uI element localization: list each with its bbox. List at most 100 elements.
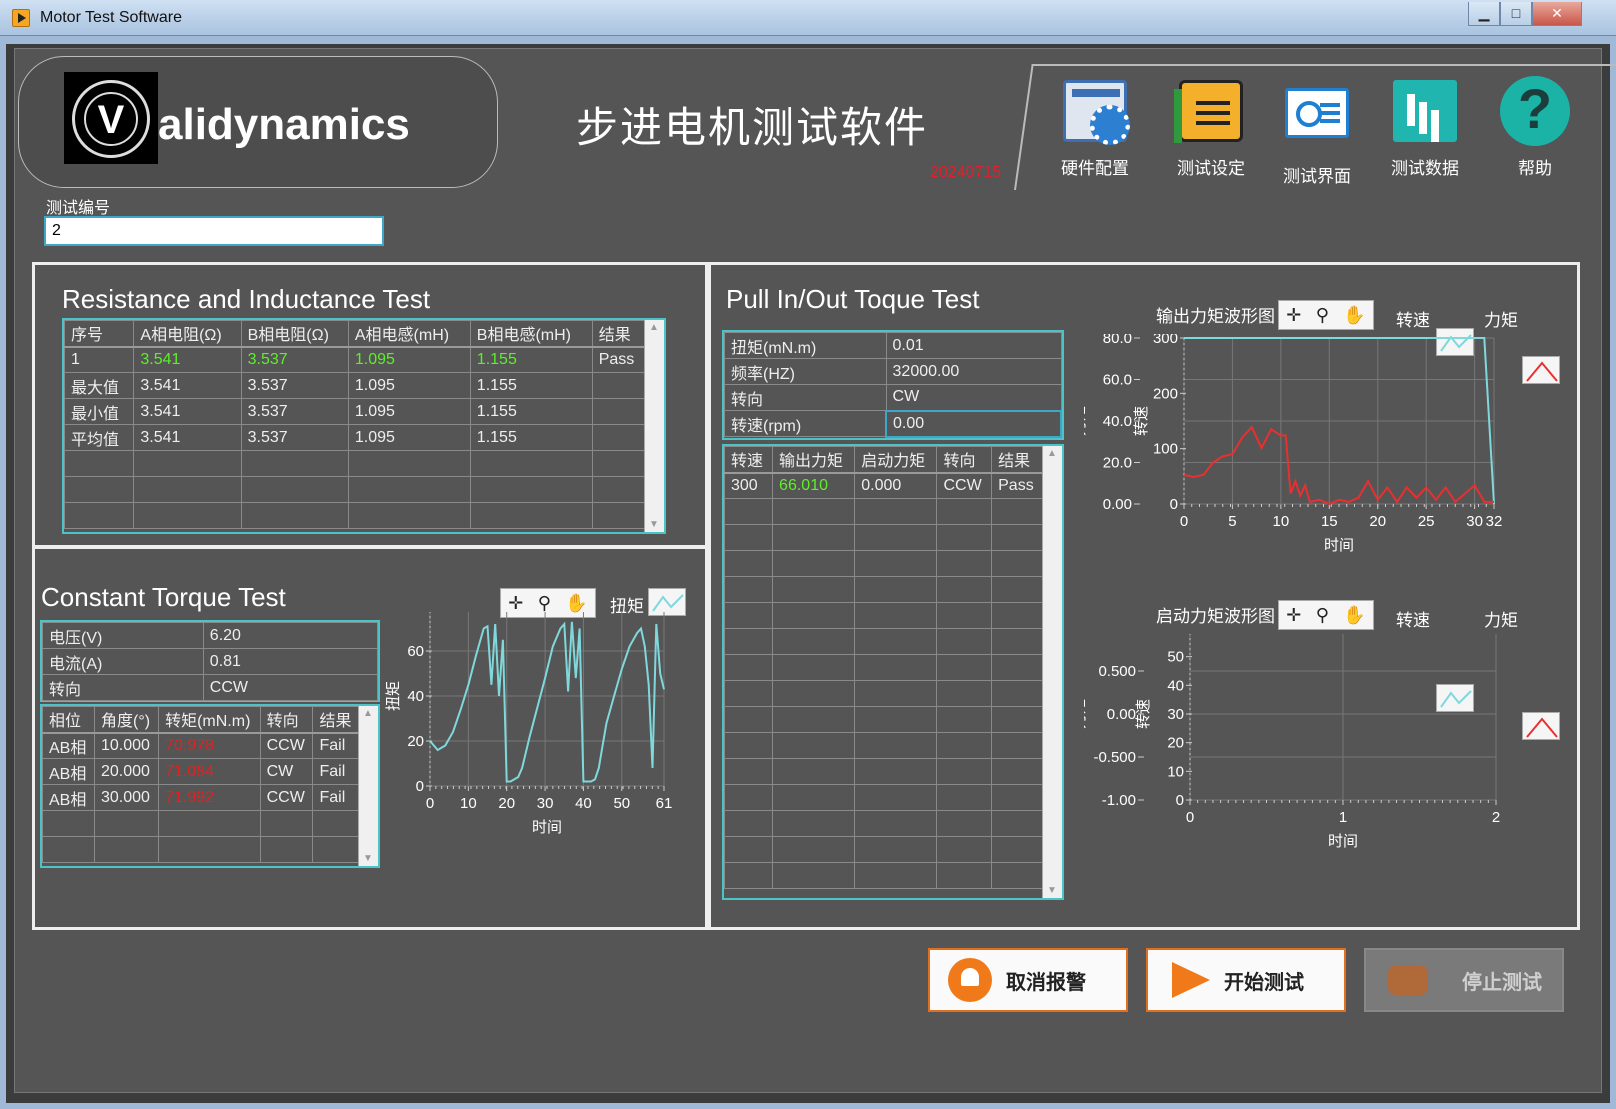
minimize-button[interactable]: ▁ xyxy=(1468,2,1500,26)
cursor-tool-icon[interactable]: ✛ xyxy=(508,593,523,614)
cancel-alarm-button[interactable]: 取消报警 xyxy=(928,948,1128,1012)
constant-torque-chart[interactable]: 0 10 20 30 40 50 61 0 20 40 60 80 扭矩时间 xyxy=(384,612,704,872)
test-settings-icon xyxy=(1174,80,1243,143)
y-tick-label: 80 xyxy=(407,612,424,615)
table-cell xyxy=(854,810,938,837)
table-cell: Fail xyxy=(312,732,360,759)
zoom-tool-icon[interactable]: ⚲ xyxy=(1316,605,1329,626)
close-button[interactable]: ✕ xyxy=(1532,2,1582,26)
table-row[interactable]: 300 66.010 0.000 CCW Pass xyxy=(723,472,1044,499)
table-row[interactable]: 平均值 3.541 3.537 1.095 1.155 xyxy=(63,424,649,451)
table-row[interactable] xyxy=(723,498,1044,525)
output-graph-palette[interactable]: ✛ ⚲ ✋ xyxy=(1278,300,1374,330)
table-row[interactable] xyxy=(723,576,1044,603)
column-header: 转矩(mN.m) xyxy=(158,706,261,734)
table-cell xyxy=(772,524,856,551)
starting-graph-palette[interactable]: ✛ ⚲ ✋ xyxy=(1278,600,1374,630)
y2-tick-label: 10 xyxy=(1167,763,1184,780)
table-row[interactable] xyxy=(723,732,1044,759)
test-settings-button[interactable]: 测试设定 xyxy=(1156,80,1266,180)
zoom-tool-icon[interactable]: ⚲ xyxy=(1316,305,1329,326)
pan-tool-icon[interactable]: ✋ xyxy=(1343,605,1365,626)
hardware-config-button[interactable]: 硬件配置 xyxy=(1040,80,1150,180)
table-row[interactable] xyxy=(723,602,1044,629)
param-value[interactable]: 0.00 xyxy=(885,409,1062,438)
table-row[interactable] xyxy=(723,524,1044,551)
stop-test-label: 停止测试 xyxy=(1462,971,1542,994)
y-tick-label: -1.00 xyxy=(1102,792,1136,809)
starting-torque-chart[interactable]: 0 1 2 -1.00 -0.500 0.00 0.500 1.00 0 10 20 30 40 50 60… xyxy=(1084,634,1564,880)
table-row[interactable] xyxy=(42,836,360,863)
table-row[interactable] xyxy=(63,502,649,529)
table-cell xyxy=(133,450,242,477)
table-cell: CCW xyxy=(936,472,993,499)
help-label: 帮助 xyxy=(1518,159,1552,178)
x-axis-label: 时间 xyxy=(532,819,562,836)
logo-letter: V xyxy=(84,92,138,146)
table-cell: 30.000 xyxy=(93,784,160,811)
table-cell xyxy=(591,398,649,425)
table-cell xyxy=(259,836,314,863)
table-row[interactable]: AB相 20.000 71.084 CW Fail xyxy=(42,758,360,785)
column-header: 转速 xyxy=(723,446,774,474)
starting-legend-torque: 力矩 xyxy=(1484,611,1518,630)
table-row[interactable]: 1 3.541 3.537 1.095 1.155 Pass xyxy=(63,346,649,373)
table-row[interactable] xyxy=(42,810,360,837)
table-cell: CCW xyxy=(259,732,314,759)
table-cell xyxy=(772,628,856,655)
resistance-table-scrollbar[interactable] xyxy=(644,320,664,532)
table-row[interactable]: AB相 30.000 71.992 CCW Fail xyxy=(42,784,360,811)
param-value[interactable]: 0.81 xyxy=(202,648,379,675)
y2-tick-label: 30 xyxy=(1167,706,1184,723)
cursor-tool-icon[interactable]: ✛ xyxy=(1286,305,1301,326)
table-row[interactable] xyxy=(63,450,649,477)
table-row[interactable] xyxy=(723,810,1044,837)
param-value[interactable]: CCW xyxy=(202,674,379,701)
table-cell xyxy=(723,680,774,707)
test-id-input[interactable]: 2 xyxy=(44,216,384,246)
test-interface-button[interactable]: 测试界面 xyxy=(1262,80,1372,186)
pull-test-table-scrollbar[interactable] xyxy=(1042,446,1062,898)
table-cell xyxy=(63,476,135,503)
table-cell xyxy=(772,576,856,603)
constant-torque-table-scrollbar[interactable] xyxy=(358,706,378,866)
table-cell xyxy=(772,498,856,525)
stop-test-button[interactable]: 停止测试 xyxy=(1364,948,1564,1012)
series-line xyxy=(429,621,665,783)
table-row[interactable] xyxy=(723,784,1044,811)
param-value[interactable]: 6.20 xyxy=(202,622,379,649)
table-cell xyxy=(723,654,774,681)
table-row[interactable] xyxy=(723,680,1044,707)
table-row[interactable] xyxy=(63,476,649,503)
param-value[interactable]: CW xyxy=(885,384,1062,411)
table-row[interactable]: 最小值 3.541 3.537 1.095 1.155 xyxy=(63,398,649,425)
table-row[interactable] xyxy=(723,836,1044,863)
table-cell xyxy=(591,476,649,503)
output-torque-chart[interactable]: 0 5 10 15 20 25 30 32 0.00 20.0 40.0 60.0 80.0 0 100 20… xyxy=(1084,334,1564,584)
output-legend-torque: 力矩 xyxy=(1484,311,1518,330)
table-cell xyxy=(469,450,593,477)
table-cell xyxy=(469,502,593,529)
pan-tool-icon[interactable]: ✋ xyxy=(565,593,587,614)
table-row[interactable]: 最大值 3.541 3.537 1.095 1.155 xyxy=(63,372,649,399)
table-row[interactable] xyxy=(723,862,1044,889)
help-button[interactable]: ? 帮助 xyxy=(1480,76,1590,180)
table-cell xyxy=(991,576,1044,603)
table-row[interactable]: AB相 10.000 70.978 CCW Fail xyxy=(42,732,360,759)
table-row[interactable] xyxy=(723,550,1044,577)
table-row[interactable] xyxy=(723,654,1044,681)
test-data-button[interactable]: 测试数据 xyxy=(1370,80,1480,180)
pan-tool-icon[interactable]: ✋ xyxy=(1343,305,1365,326)
table-cell xyxy=(723,784,774,811)
maximize-button[interactable]: □ xyxy=(1500,2,1532,26)
zoom-tool-icon[interactable]: ⚲ xyxy=(538,593,551,614)
table-row[interactable] xyxy=(723,758,1044,785)
param-value[interactable]: 32000.00 xyxy=(885,358,1062,385)
cursor-tool-icon[interactable]: ✛ xyxy=(1286,605,1301,626)
y-tick-label: 60 xyxy=(407,643,424,660)
x-tick-label: 32 xyxy=(1486,513,1503,530)
table-row[interactable] xyxy=(723,628,1044,655)
table-row[interactable] xyxy=(723,706,1044,733)
param-value[interactable]: 0.01 xyxy=(885,332,1062,359)
start-test-button[interactable]: 开始测试 xyxy=(1146,948,1346,1012)
